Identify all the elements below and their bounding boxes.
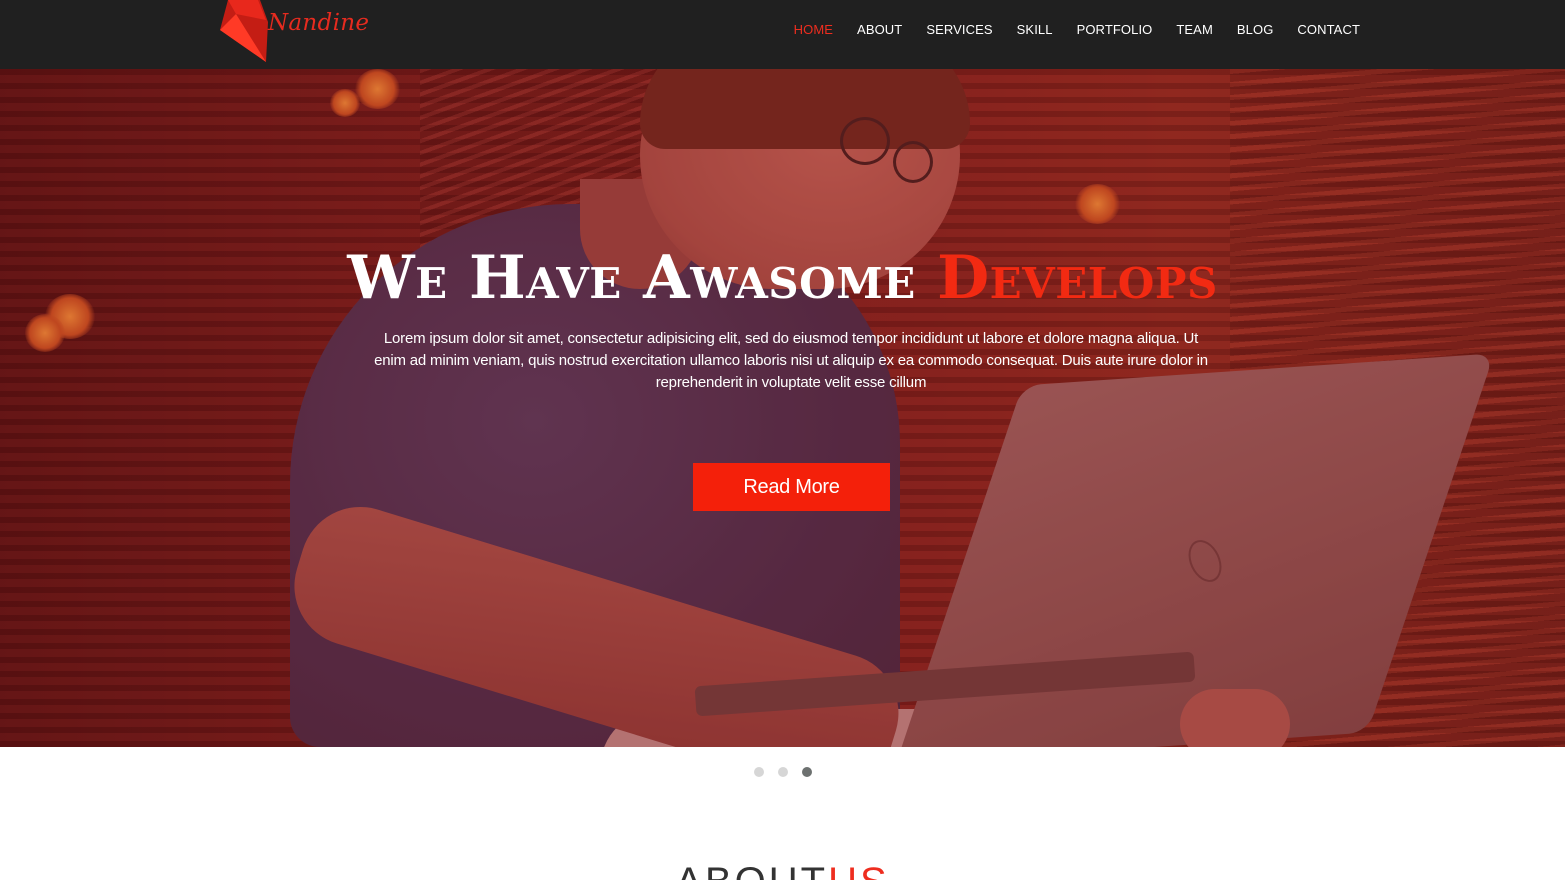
nav-item-contact[interactable]: CONTACT — [1297, 22, 1360, 37]
hero-title-accent: Develops — [937, 243, 1218, 313]
nav-item-team[interactable]: TEAM — [1176, 22, 1213, 37]
hero-title-main: We Have Awasome — [347, 243, 938, 313]
top-navbar: Nandine HOME ABOUT SERVICES SKILL PORTFO… — [0, 0, 1565, 69]
slider-dot-1[interactable] — [753, 767, 764, 777]
nav-item-home[interactable]: HOME — [794, 22, 833, 37]
main-nav: HOME ABOUT SERVICES SKILL PORTFOLIO TEAM… — [770, 22, 1360, 37]
slider-dot-2[interactable] — [777, 767, 788, 777]
slider-dot-3[interactable] — [801, 767, 812, 777]
hero-caption: We Have Awasome Develops Lorem ipsum dol… — [0, 69, 1565, 747]
hero-description: Lorem ipsum dolor sit amet, consectetur … — [374, 330, 1208, 391]
slider-pagination — [0, 767, 1565, 777]
nav-item-services[interactable]: SERVICES — [926, 22, 992, 37]
nav-item-portfolio[interactable]: PORTFOLIO — [1077, 22, 1153, 37]
nav-item-about[interactable]: ABOUT — [857, 22, 902, 37]
brand-logo[interactable]: Nandine — [218, 0, 369, 62]
about-section-heading: ABOUT US — [0, 862, 1565, 880]
hero-title: We Have Awasome Develops — [0, 243, 1565, 313]
about-heading-accent: US — [828, 862, 890, 880]
about-heading-main: ABOUT — [675, 862, 828, 880]
nav-item-skill[interactable]: SKILL — [1017, 22, 1053, 37]
nav-item-blog[interactable]: BLOG — [1237, 22, 1274, 37]
hero-slider: We Have Awasome Develops Lorem ipsum dol… — [0, 69, 1565, 747]
brand-name: Nandine — [268, 10, 370, 36]
read-more-button[interactable]: Read More — [693, 463, 890, 511]
